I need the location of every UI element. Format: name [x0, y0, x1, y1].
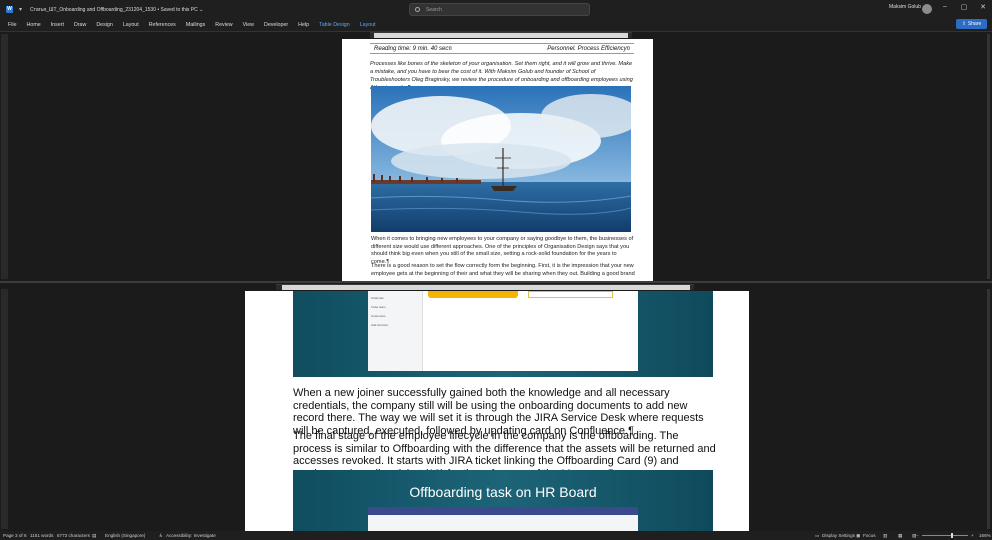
user-name[interactable]: Maksim Golub: [889, 4, 921, 10]
offboarding-image-heading: Offboarding task on HR Board: [409, 484, 597, 500]
page-count[interactable]: Page 3 of 6: [3, 533, 27, 538]
search-placeholder: Search: [426, 6, 442, 13]
horizontal-ruler-top[interactable]: [370, 32, 632, 38]
tab-home[interactable]: Home: [22, 22, 46, 28]
vertical-scrollbar-bottom[interactable]: [987, 289, 990, 529]
ribbon-tabs: File Home Insert Draw Design Layout Refe…: [0, 19, 992, 31]
sidebar-item-invite: Invite team: [371, 305, 386, 309]
minimize-icon[interactable]: –: [940, 3, 950, 10]
tab-layout[interactable]: Layout: [118, 22, 144, 28]
language-indicator[interactable]: English (Singapore): [105, 533, 145, 538]
vertical-ruler-top[interactable]: [1, 34, 8, 279]
jira-panel: Channels Invite team Customers Add short…: [368, 291, 638, 371]
tab-table-design[interactable]: Table Design: [314, 22, 355, 28]
title-bar: W ▾ Статья_ШТ_Onboarding and Offboarding…: [0, 0, 992, 19]
tab-developer[interactable]: Developer: [259, 22, 293, 28]
vertical-scrollbar-top[interactable]: [987, 34, 990, 279]
word-count[interactable]: 1151 words: [30, 533, 53, 538]
tab-help[interactable]: Help: [293, 22, 314, 28]
ship-painting-svg: [371, 86, 631, 232]
jira-sidebar: Channels Invite team Customers Add short…: [368, 291, 423, 371]
tab-references[interactable]: References: [144, 22, 181, 28]
sidebar-item-shortcut: Add shortcut: [371, 323, 388, 327]
maximize-icon[interactable]: ▢: [959, 3, 969, 11]
top-split-pane[interactable]: Reading time: 9 min. 40 sec¤ Personnel. …: [0, 32, 992, 281]
search-icon: [415, 7, 420, 12]
read-mode-icon[interactable]: ▥: [883, 533, 887, 539]
customize-quick-access-icon[interactable]: ▾: [19, 6, 22, 13]
hr-board-screenshot: [368, 507, 638, 531]
print-layout-icon[interactable]: ▦: [898, 533, 902, 539]
accessibility-status[interactable]: Accessibility: Investigate: [166, 533, 216, 538]
zoom-in-icon[interactable]: +: [971, 533, 974, 538]
tab-table-layout[interactable]: Layout: [355, 22, 381, 28]
share-icon: ⇪: [961, 21, 966, 27]
tab-file[interactable]: File: [3, 22, 22, 28]
accessibility-icon: ♿: [159, 533, 164, 538]
status-bar: Page 3 of 6 1151 words 6773 characters ▤…: [0, 531, 992, 540]
focus-icon: ▣: [856, 533, 861, 538]
vertical-ruler-bottom[interactable]: [1, 289, 8, 529]
share-button[interactable]: ⇪ Share: [956, 19, 987, 29]
zoom-slider-thumb[interactable]: [951, 533, 953, 538]
close-icon[interactable]: ✕: [978, 3, 988, 11]
paragraph-org-design[interactable]: When it comes to bringing new employees …: [371, 236, 635, 266]
jira-screenshot-image[interactable]: Channels Invite team Customers Add short…: [293, 291, 713, 377]
tab-mailings[interactable]: Mailings: [181, 22, 210, 28]
document-page-bottom[interactable]: Channels Invite team Customers Add short…: [245, 291, 749, 531]
paragraph-flow-reason[interactable]: There is a good reason to set the flow c…: [371, 263, 635, 278]
display-settings-button[interactable]: Display Settings: [822, 533, 855, 538]
tab-insert[interactable]: Insert: [46, 22, 69, 28]
document-title[interactable]: Статья_ШТ_Onboarding and Offboarding_231…: [30, 7, 203, 13]
share-label: Share: [967, 21, 982, 27]
sailing-ship-image[interactable]: [371, 86, 631, 232]
sidebar-item-channels: Channels: [371, 296, 384, 300]
document-page-top[interactable]: Reading time: 9 min. 40 sec¤ Personnel. …: [342, 39, 653, 281]
zoom-level[interactable]: 166%: [979, 533, 991, 538]
offboarding-board-image[interactable]: Offboarding task on HR Board: [293, 470, 713, 531]
tab-draw[interactable]: Draw: [69, 22, 91, 28]
word-app-icon: W: [6, 6, 13, 13]
tab-review[interactable]: Review: [210, 22, 237, 28]
search-box[interactable]: Search: [409, 3, 590, 16]
reading-time: Reading time: 9 min. 40 sec¤: [374, 45, 452, 52]
focus-button[interactable]: Focus: [863, 533, 876, 538]
zoom-out-icon[interactable]: −: [916, 533, 919, 538]
tab-design[interactable]: Design: [91, 22, 118, 28]
article-meta-table[interactable]: Reading time: 9 min. 40 sec¤ Personnel. …: [370, 43, 634, 54]
article-category: Personnel. Process Efficiency¤: [547, 45, 630, 52]
avatar[interactable]: [922, 4, 932, 14]
jira-highlight-block: [428, 291, 518, 298]
jira-card: [528, 291, 613, 298]
display-settings-icon: ▭: [815, 533, 820, 538]
zoom-slider[interactable]: [922, 535, 968, 536]
hr-board-topbar: [368, 507, 638, 515]
horizontal-ruler-bottom[interactable]: [276, 284, 694, 290]
sidebar-item-customers: Customers: [371, 314, 386, 318]
bottom-split-pane[interactable]: Channels Invite team Customers Add short…: [0, 283, 992, 531]
proofing-icon[interactable]: ▤: [92, 533, 96, 539]
character-count[interactable]: 6773 characters: [57, 533, 90, 538]
tab-view[interactable]: View: [238, 22, 259, 28]
